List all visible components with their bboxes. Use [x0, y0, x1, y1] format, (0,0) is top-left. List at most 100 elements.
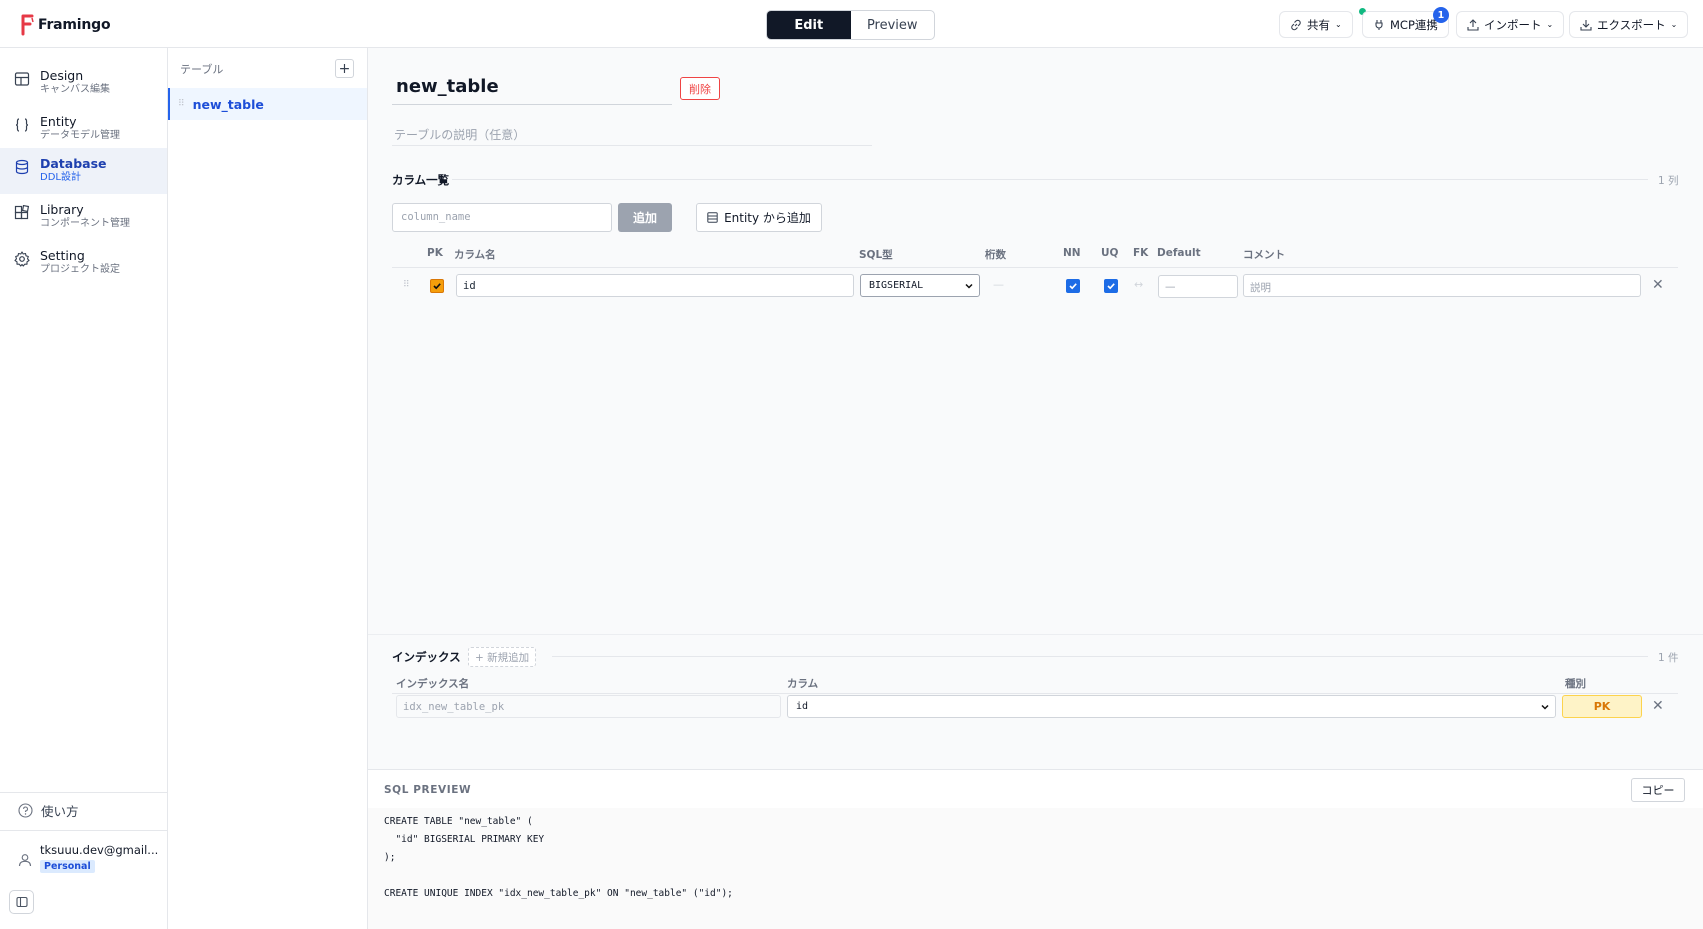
- add-from-entity-button[interactable]: Entity から追加: [696, 203, 822, 232]
- new-column-name-input[interactable]: column_name: [392, 203, 612, 232]
- database-icon: [15, 159, 29, 175]
- add-table-button[interactable]: +: [335, 59, 354, 78]
- fk-link-icon[interactable]: ↔: [1134, 278, 1143, 291]
- mcp-button[interactable]: MCP連携 1: [1362, 7, 1449, 38]
- user-email: tksuuu.dev@gmail...: [40, 843, 159, 857]
- table-list-item[interactable]: ⠿ new_table: [168, 88, 367, 120]
- uq-checkbox[interactable]: [1104, 279, 1118, 293]
- column-header-uq: UQ: [1101, 247, 1119, 259]
- columns-count: 1 列: [1658, 175, 1679, 187]
- plan-badge: Personal: [40, 860, 95, 873]
- add-index-button[interactable]: + 新規追加: [468, 647, 537, 667]
- delete-index-button[interactable]: ✕: [1652, 699, 1664, 713]
- index-name-input[interactable]: idx_new_table_pk: [396, 695, 781, 718]
- sidebar-item-subtitle: プロジェクト設定: [40, 264, 120, 275]
- mcp-badge: 1: [1432, 7, 1449, 23]
- preview-mode-button[interactable]: Preview: [851, 11, 935, 39]
- chevron-down-icon: ⌄: [1335, 20, 1342, 29]
- column-header-default: Default: [1157, 247, 1201, 259]
- sql-line: CREATE UNIQUE INDEX "idx_new_table_pk" O…: [384, 888, 733, 899]
- help-link[interactable]: 使い方: [18, 801, 79, 820]
- index-type-badge: PK: [1562, 695, 1642, 718]
- table-icon: [707, 212, 718, 223]
- share-label: 共有: [1307, 17, 1330, 32]
- column-name-input[interactable]: id: [456, 274, 854, 297]
- copy-sql-button[interactable]: コピー: [1631, 778, 1685, 802]
- check-icon: [1107, 283, 1115, 290]
- divider: [0, 830, 167, 831]
- sidebar-toggle-icon: [15, 896, 28, 908]
- user-icon: [18, 854, 32, 867]
- blocks-icon: [14, 205, 30, 220]
- sql-preview-title: SQL PREVIEW: [384, 784, 472, 796]
- collapse-sidebar-button[interactable]: [9, 890, 34, 914]
- default-placeholder: —: [1165, 281, 1176, 293]
- pk-checkbox[interactable]: [430, 279, 444, 293]
- export-label: エクスポート: [1597, 17, 1666, 32]
- sidebar-item-subtitle: データモデル管理: [40, 130, 120, 141]
- tables-panel: テーブル + ⠿ new_table: [168, 48, 368, 929]
- index-section-title: インデックス: [392, 650, 461, 664]
- columns-section-title: カラム一覧: [392, 173, 450, 187]
- plug-icon: [1375, 19, 1383, 30]
- delete-column-button[interactable]: ✕: [1652, 278, 1664, 292]
- delete-table-button[interactable]: 削除: [680, 77, 720, 100]
- sql-type-select[interactable]: BIGSERIAL: [860, 274, 980, 297]
- column-header-pk: PK: [427, 247, 443, 259]
- app-logo[interactable]: Framingo: [20, 14, 111, 36]
- column-header-nn: NN: [1063, 247, 1081, 259]
- sidebar-item-library[interactable]: Library コンポーネント管理: [0, 194, 167, 240]
- index-column-select[interactable]: id: [787, 695, 1556, 718]
- digits-empty: —: [993, 278, 1004, 291]
- drag-handle-icon[interactable]: ⠿: [178, 99, 185, 109]
- edit-mode-button[interactable]: Edit: [767, 11, 851, 39]
- sidebar-item-title: Database: [40, 156, 107, 171]
- column-header-digits: 桁数: [985, 249, 1006, 261]
- check-icon: [1069, 283, 1077, 290]
- sidebar-item-design[interactable]: Design キャンバス編集: [0, 60, 167, 106]
- table-name-input[interactable]: new_table: [392, 68, 672, 105]
- mode-toggle: Edit Preview: [766, 10, 935, 40]
- sql-preview-section: SQL PREVIEW コピー CREATE TABLE "new_table"…: [368, 769, 1703, 929]
- table-description-input[interactable]: テーブルの説明（任意）: [392, 122, 872, 146]
- share-button[interactable]: 共有 ⌄: [1279, 11, 1353, 38]
- drag-handle-icon[interactable]: ⠿: [403, 280, 410, 290]
- column-header-name: カラム名: [454, 249, 496, 261]
- braces-icon: [15, 118, 29, 132]
- index-column-value: id: [796, 701, 809, 712]
- framingo-logo-icon: [21, 14, 34, 36]
- add-from-entity-label: Entity から追加: [724, 211, 811, 225]
- index-count: 1 件: [1658, 652, 1679, 664]
- sidebar-item-subtitle: コンポーネント管理: [40, 218, 130, 229]
- user-menu[interactable]: tksuuu.dev@gmail... Personal: [18, 843, 158, 873]
- sidebar-item-title: Entity: [40, 114, 77, 129]
- index-header-column: カラム: [787, 678, 819, 690]
- sql-line: CREATE TABLE "new_table" (: [384, 816, 533, 827]
- download-icon: [1580, 19, 1592, 31]
- comment-input[interactable]: 説明: [1243, 274, 1641, 297]
- sidebar-item-database[interactable]: Database DDL設計: [0, 148, 167, 194]
- import-label: インポート: [1484, 17, 1542, 32]
- default-input[interactable]: —: [1158, 275, 1238, 298]
- tables-panel-title: テーブル: [180, 63, 224, 76]
- sidebar-item-title: Setting: [40, 248, 85, 263]
- column-header-fk: FK: [1133, 247, 1149, 259]
- sidebar-item-title: Library: [40, 202, 84, 217]
- chevron-down-icon: ⌄: [1546, 20, 1554, 29]
- index-header-type: 種別: [1565, 678, 1586, 690]
- divider: [552, 656, 1648, 657]
- chevron-down-icon: [1541, 704, 1549, 710]
- sidebar-item-title: Design: [40, 68, 84, 83]
- index-section: インデックス + 新規追加 1 件 インデックス名 カラム 種別 idx_new…: [368, 634, 1703, 750]
- import-button[interactable]: インポート ⌄: [1456, 11, 1565, 38]
- gear-icon: [14, 251, 30, 267]
- add-column-button[interactable]: 追加: [618, 203, 672, 232]
- sql-code-block: CREATE TABLE "new_table" ( "id" BIGSERIA…: [368, 808, 1703, 929]
- sidebar-item-entity[interactable]: Entity データモデル管理: [0, 106, 167, 152]
- link-icon: [1291, 19, 1301, 30]
- export-button[interactable]: エクスポート ⌄: [1569, 11, 1689, 38]
- sql-type-value: BIGSERIAL: [869, 280, 924, 291]
- nn-checkbox[interactable]: [1066, 279, 1080, 293]
- main-content: new_table 削除 テーブルの説明（任意） カラム一覧 1 列 colum…: [368, 48, 1703, 929]
- sidebar-item-setting[interactable]: Setting プロジェクト設定: [0, 240, 167, 286]
